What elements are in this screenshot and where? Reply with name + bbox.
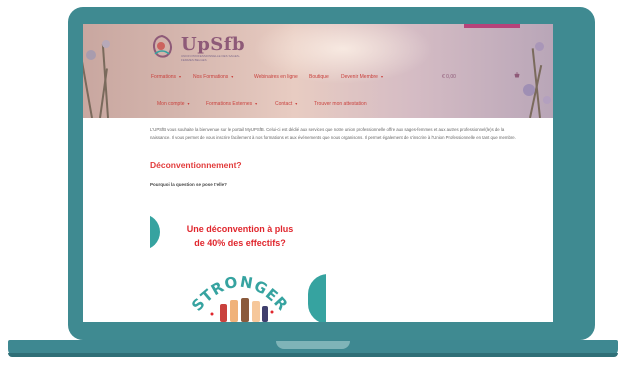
stronger-fists-illustration: STRONGER [192, 273, 288, 322]
chevron-down-icon: ▾ [380, 74, 383, 79]
laptop-base-shadow [8, 353, 618, 357]
nav-nos-formations[interactable]: Nos Formations ▾ [193, 74, 233, 80]
nav-contact[interactable]: Contact ▾ [275, 101, 297, 107]
nav-label: Boutique [309, 74, 329, 80]
nav-mon-compte[interactable]: Mon compte ▾ [157, 101, 190, 107]
nav-webinaires[interactable]: Webinaires en ligne [254, 74, 298, 80]
flower-icon [102, 40, 110, 48]
site-logo-text[interactable]: UpSfb [181, 34, 245, 55]
poster-teal-shape [150, 214, 160, 250]
nav-label: Devenir Membre [341, 74, 378, 80]
nav-label: Webinaires en ligne [254, 74, 298, 80]
nav-label: Nos Formations [193, 74, 229, 80]
nav-devenir-membre[interactable]: Devenir Membre ▾ [341, 74, 383, 80]
basket-icon[interactable] [514, 72, 520, 78]
poster-title: Une déconvention à plus de 40% des effec… [170, 222, 310, 250]
chevron-down-icon: ▾ [231, 74, 234, 79]
nav-label: Formations [151, 74, 177, 80]
laptop-screen: UpSfb UNION PROFESSIONNELLE DES SAGES-FE… [83, 24, 553, 322]
main-content: L'UPSfB vous souhaite la bienvenue sur l… [83, 118, 553, 322]
flower-icon [543, 96, 551, 104]
grass-stem [83, 54, 93, 118]
nav-trouver-attestation[interactable]: Trouver mon attestation [314, 101, 367, 107]
poster-title-line1: Une déconvention à plus [186, 224, 294, 234]
flower-icon [535, 42, 544, 51]
chevron-down-icon: ▾ [295, 101, 298, 106]
intro-paragraph: L'UPSfB vous souhaite la bienvenue sur l… [150, 127, 516, 140]
poster-teal-shape [308, 274, 326, 322]
svg-text:STRONGER: STRONGER [192, 273, 288, 315]
grass-stem [101, 44, 109, 118]
nav-formations[interactable]: Formations ▾ [151, 74, 181, 80]
poster-title-line2: de 40% des effectifs? [194, 238, 286, 248]
deconvention-poster[interactable]: Une déconvention à plus de 40% des effec… [150, 210, 326, 322]
upsfb-logo-icon[interactable] [149, 34, 175, 60]
chevron-down-icon: ▾ [179, 74, 182, 79]
site-logo-subtitle: UNION PROFESSIONNELLE DES SAGES-FEMMES B… [181, 54, 240, 62]
cart-total[interactable]: € 0,00 [442, 74, 456, 80]
nav-label: Trouver mon attestation [314, 101, 367, 107]
nav-label: Formations Externes [206, 101, 253, 107]
laptop-notch [276, 341, 350, 349]
nav-label: Contact [275, 101, 293, 107]
hero-accent-bar [464, 24, 520, 28]
nav-label: Mon compte [157, 101, 185, 107]
nav-boutique[interactable]: Boutique [309, 74, 329, 80]
flower-icon [86, 50, 96, 60]
section-heading: Déconventionnement? [150, 160, 242, 170]
chevron-down-icon: ▾ [255, 101, 258, 106]
header-hero: UpSfb UNION PROFESSIONNELLE DES SAGES-FE… [83, 24, 553, 118]
stronger-banner-text: STRONGER [192, 273, 288, 315]
flower-icon [523, 84, 535, 96]
section-question: Pourquoi la question se pose t'elle? [150, 182, 227, 187]
chevron-down-icon: ▾ [187, 101, 190, 106]
nav-formations-externes[interactable]: Formations Externes ▾ [206, 101, 257, 107]
